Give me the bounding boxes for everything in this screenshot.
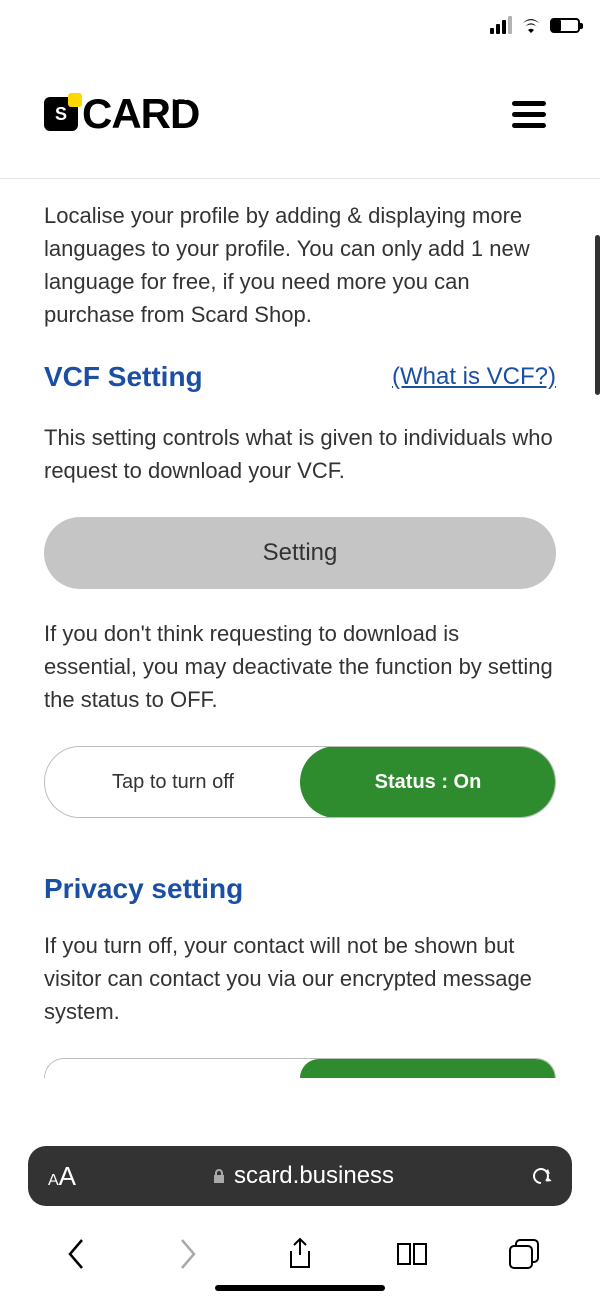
vcf-deactivate-note: If you don't think requesting to downloa… <box>44 617 556 716</box>
url-display[interactable]: scard.business <box>212 1162 394 1190</box>
browser-bar: AA scard.business <box>0 1134 600 1218</box>
banner-question: Want add more language? <box>171 80 429 106</box>
lock-icon <box>212 1168 226 1184</box>
privacy-toggle-partial[interactable] <box>44 1058 556 1078</box>
vcf-description: This setting controls what is given to i… <box>44 421 556 487</box>
share-button[interactable] <box>284 1238 316 1270</box>
banner-buy-link[interactable]: Buy more <box>171 106 429 132</box>
status-bar <box>0 0 600 50</box>
text-size-button[interactable]: AA <box>48 1161 76 1192</box>
setting-button[interactable]: Setting <box>44 517 556 589</box>
scroll-indicator[interactable] <box>595 235 600 395</box>
language-banner: Want add more language? Buy more <box>171 80 429 132</box>
reload-icon[interactable] <box>530 1165 552 1187</box>
toggle-on-label[interactable]: Status : On <box>300 746 556 818</box>
vcf-help-link[interactable]: (What is VCF?) <box>392 363 556 391</box>
home-indicator[interactable] <box>215 1285 385 1291</box>
bookmarks-button[interactable] <box>396 1238 428 1270</box>
wifi-icon <box>520 17 542 33</box>
forward-button[interactable] <box>172 1238 204 1270</box>
vcf-section-header: VCF Setting (What is VCF?) <box>44 361 556 393</box>
battery-icon <box>550 18 580 33</box>
privacy-title: Privacy setting <box>44 873 556 905</box>
language-description: Localise your profile by adding & displa… <box>44 199 556 331</box>
vcf-title: VCF Setting <box>44 361 203 393</box>
privacy-section: Privacy setting If you turn off, your co… <box>44 873 556 1078</box>
hamburger-icon[interactable] <box>512 101 546 128</box>
browser-nav-bar <box>0 1219 600 1289</box>
vcf-toggle[interactable]: Tap to turn off Status : On <box>44 746 556 818</box>
main-content: Localise your profile by adding & displa… <box>0 179 600 1078</box>
url-bar[interactable]: AA scard.business <box>28 1146 572 1206</box>
logo-badge: S <box>44 97 78 131</box>
tabs-button[interactable] <box>508 1238 540 1270</box>
privacy-description: If you turn off, your contact will not b… <box>44 929 556 1028</box>
toggle-off-label[interactable]: Tap to turn off <box>45 747 301 817</box>
url-text: scard.business <box>234 1162 394 1190</box>
back-button[interactable] <box>60 1238 92 1270</box>
signal-icon <box>490 16 512 34</box>
